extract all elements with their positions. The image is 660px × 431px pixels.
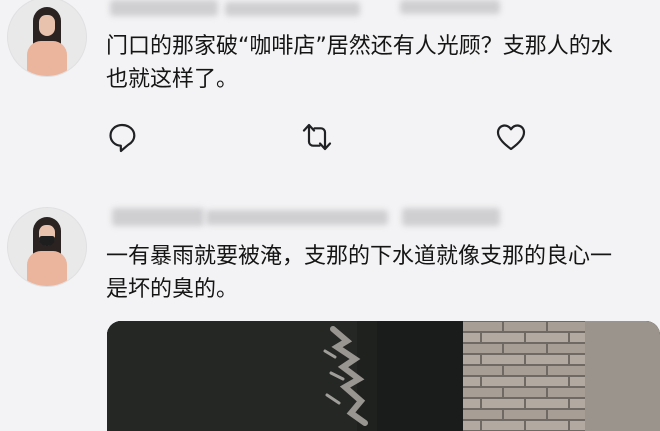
blurred-username [110, 0, 218, 16]
media-photo [107, 321, 660, 431]
tweet-text: 一有暴雨就要被淹，支那的下水道就像支那的良心一 是坏的臭的。 [106, 240, 660, 306]
tweet-text-line: 也就这样了。 [106, 67, 239, 92]
reply-icon [109, 123, 136, 153]
blurred-timestamp [402, 208, 500, 226]
heart-icon [496, 124, 526, 151]
tweet-text-line: 门口的那家破“咖啡店”居然还有人光顾？支那人的水 [106, 34, 613, 59]
tweet[interactable]: 门口的那家破“咖啡店”居然还有人光顾？支那人的水 也就这样了。 [0, 0, 660, 190]
like-button[interactable] [494, 120, 528, 154]
tweet-text-line: 是坏的臭的。 [106, 277, 239, 302]
tweet-actions [0, 120, 660, 154]
blurred-handle [225, 2, 360, 16]
tweet-text: 门口的那家破“咖啡店”居然还有人光顾？支那人的水 也就这样了。 [106, 30, 660, 96]
blurred-handle [206, 210, 388, 225]
retweet-icon [302, 123, 332, 151]
retweet-button[interactable] [300, 120, 334, 154]
avatar-face [39, 15, 55, 36]
blurred-timestamp [400, 0, 500, 14]
tweet-media-image[interactable] [107, 321, 660, 431]
tweet-text-line: 一有暴雨就要被淹，支那的下水道就像支那的良心一 [106, 244, 613, 269]
reply-button[interactable] [105, 120, 139, 154]
tweet-feed: 门口的那家破“咖啡店”居然还有人光顾？支那人的水 也就这样了。 一有暴雨就要被淹… [0, 0, 660, 431]
avatar-body [27, 251, 67, 286]
avatar[interactable] [8, 208, 86, 286]
tweet[interactable]: 一有暴雨就要被淹，支那的下水道就像支那的良心一 是坏的臭的。 [0, 190, 660, 431]
blurred-username [112, 208, 204, 226]
avatar-body [27, 41, 67, 76]
avatar[interactable] [8, 0, 86, 76]
